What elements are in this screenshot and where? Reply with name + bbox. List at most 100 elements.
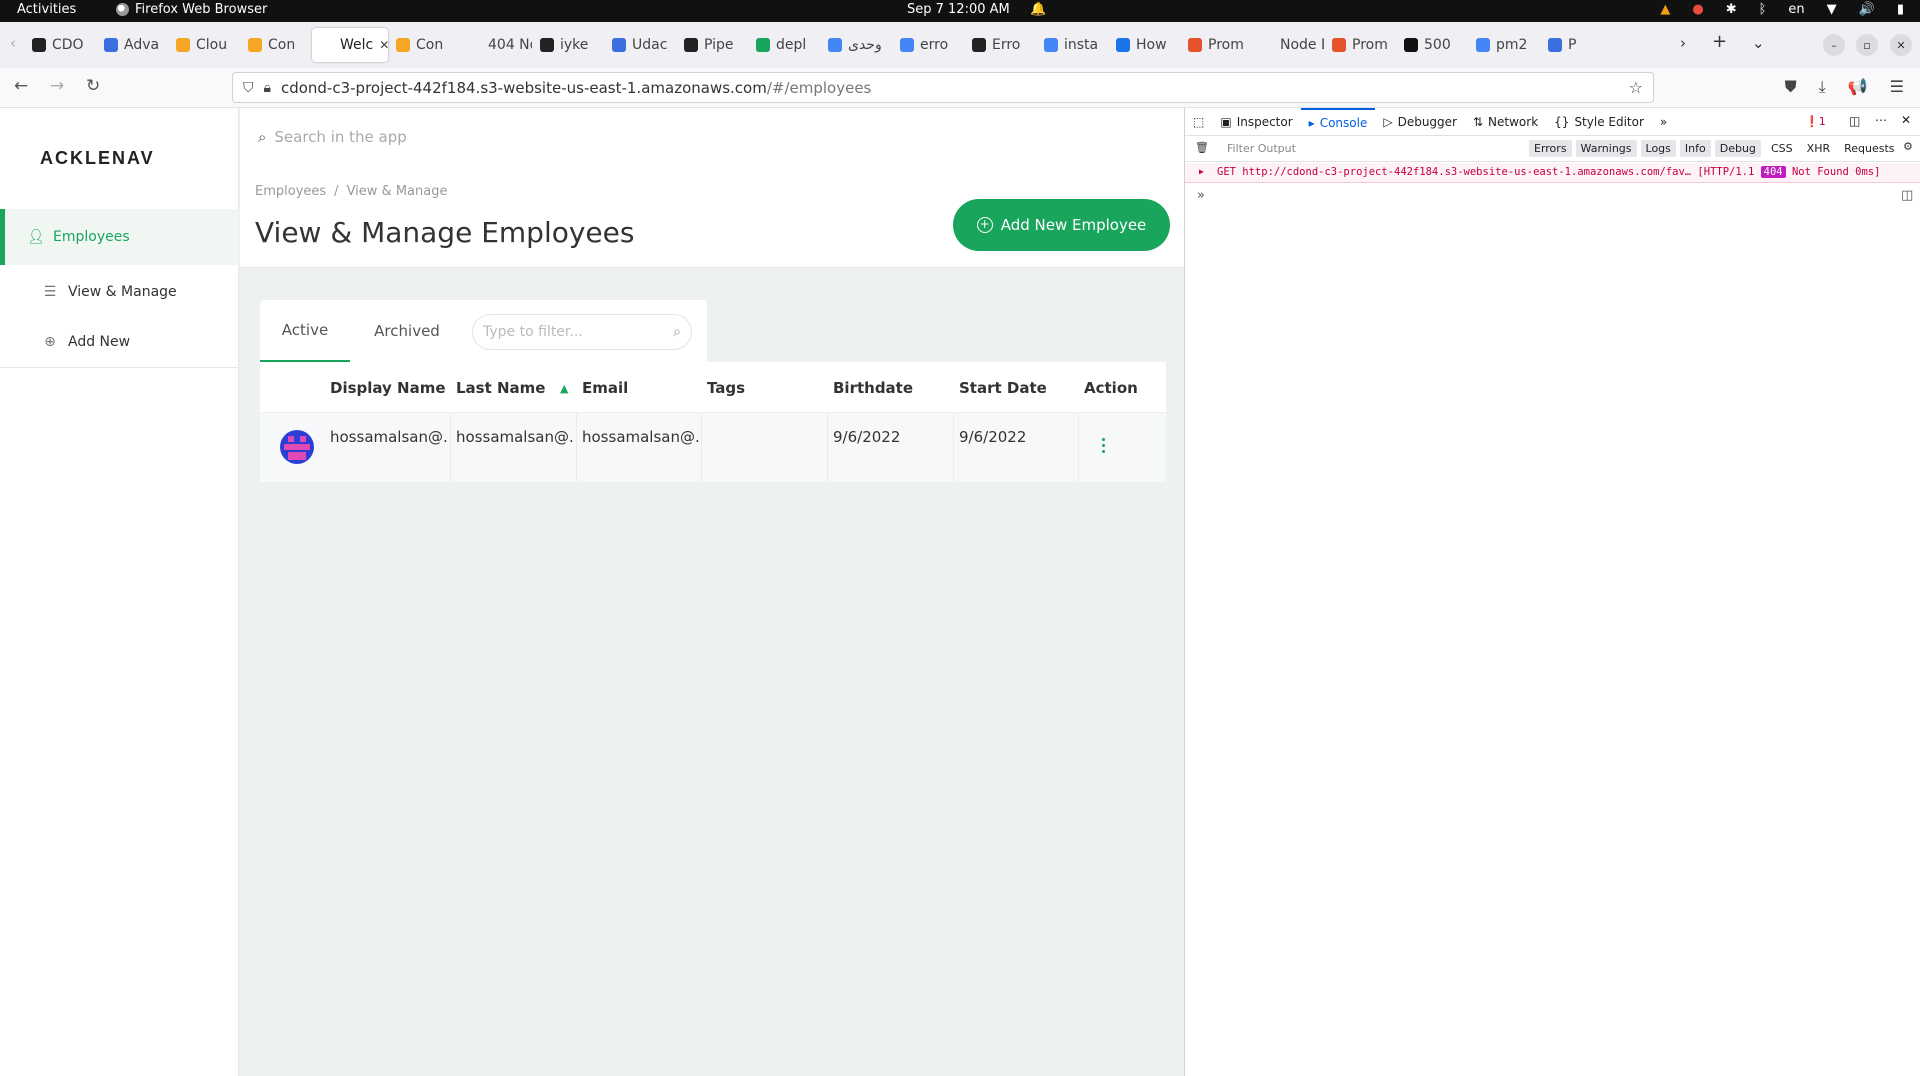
row-actions-icon[interactable] [1102, 438, 1106, 453]
app-search[interactable]: ⌕ Search in the app [258, 128, 407, 146]
browser-tab[interactable]: depl [748, 28, 820, 62]
back-icon[interactable]: ← [14, 76, 28, 96]
sort-ascending-icon[interactable]: ▲ [560, 382, 568, 395]
browser-tab[interactable]: pm2 [1468, 28, 1540, 62]
sidebar-item-view-manage[interactable]: ☰ View & Manage [0, 264, 239, 320]
element-picker-icon[interactable]: ⬚ [1185, 108, 1212, 136]
close-icon[interactable]: ✕ [1890, 34, 1912, 56]
browser-tab[interactable]: Adva [96, 28, 168, 62]
browser-tab[interactable]: How [1108, 28, 1180, 62]
column-birthdate[interactable]: Birthdate [833, 379, 913, 397]
chevron-down-icon[interactable]: ⌄ [1752, 34, 1765, 52]
browser-tab[interactable]: erro [892, 28, 964, 62]
language-indicator[interactable]: en [1788, 2, 1804, 17]
close-devtools-icon[interactable]: ✕ [1901, 113, 1911, 127]
browser-tab[interactable]: 500 [1396, 28, 1468, 62]
browser-tab[interactable]: وحدى [820, 28, 892, 62]
filter-logs[interactable]: Logs [1640, 140, 1676, 157]
filter-requests[interactable]: Requests [1844, 142, 1894, 155]
favicon-icon [1476, 38, 1490, 52]
filter-debug[interactable]: Debug [1714, 140, 1761, 157]
column-email[interactable]: Email [582, 379, 628, 397]
tab-inspector[interactable]: ▣ Inspector [1212, 108, 1300, 136]
system-tray[interactable]: ▲ ● ✱ ᛒ en ▼ 🔊 ▮ [1660, 2, 1904, 17]
browser-tab[interactable]: 404 Not [460, 28, 532, 62]
tab-style-editor[interactable]: {} Style Editor [1546, 108, 1652, 136]
expand-icon[interactable]: ▶ [1199, 167, 1204, 176]
menu-icon[interactable]: ☰ [1890, 77, 1904, 97]
more-tabs-icon[interactable]: » [1652, 108, 1675, 136]
sidebar-item-add-new[interactable]: ⊕ Add New [0, 314, 239, 370]
browser-tab[interactable]: Prom [1324, 28, 1396, 62]
filter-field[interactable]: Type to filter... ⌕ [472, 314, 692, 350]
tab-archived[interactable]: Archived [362, 300, 452, 362]
filter-warnings[interactable]: Warnings [1575, 140, 1637, 157]
table-row[interactable]: hossamalsan@... hossamalsan@... hossamal… [260, 413, 1166, 482]
browser-tab[interactable]: Erro [964, 28, 1036, 62]
tab-debugger[interactable]: ▷ Debugger [1375, 108, 1465, 136]
console-error-row[interactable]: ▶ GET http://cdond-c3-project-442f184.s3… [1185, 163, 1920, 183]
browser-tab[interactable]: Pipe [676, 28, 748, 62]
column-divider [576, 413, 577, 482]
browser-tab[interactable]: Welc ✕ [312, 28, 388, 62]
chevron-right-icon[interactable]: › [1680, 34, 1686, 52]
breadcrumb-item[interactable]: Employees [255, 184, 326, 199]
trash-icon[interactable]: 🗑︎ [1195, 141, 1209, 154]
activities-button[interactable]: Activities [17, 2, 76, 17]
filter-xhr[interactable]: XHR [1807, 142, 1830, 155]
clock[interactable]: Sep 7 12:00 AM [907, 2, 1010, 17]
column-display-name[interactable]: Display Name [330, 379, 446, 397]
tab-network[interactable]: ⇅ Network [1465, 108, 1546, 136]
pocket-icon[interactable]: ⛊ [1785, 77, 1797, 97]
sidebar-item-employees[interactable]: 👤︎ Employees [0, 209, 239, 265]
browser-tab[interactable]: Con [240, 28, 312, 62]
browser-tab[interactable]: Node Ex [1252, 28, 1324, 62]
split-console-icon[interactable]: ◫ [1901, 188, 1913, 203]
filter-input[interactable]: Type to filter... [483, 324, 583, 340]
app-menu[interactable]: Firefox Web Browser [116, 2, 267, 17]
url-bar[interactable]: ⛉ 🔒︎ cdond-c3-project-442f184.s3-website… [232, 72, 1654, 103]
browser-tab[interactable]: insta [1036, 28, 1108, 62]
browser-tab[interactable]: Prom [1180, 28, 1252, 62]
console-prompt-icon[interactable]: » [1197, 188, 1205, 203]
chevron-left-icon[interactable]: ‹ [10, 34, 16, 52]
bookmark-star-icon[interactable]: ☆ [1629, 78, 1643, 97]
tab-console[interactable]: ▸ Console [1300, 107, 1376, 136]
filter-info[interactable]: Info [1679, 140, 1711, 157]
search-input[interactable]: Search in the app [274, 128, 406, 146]
close-tab-icon[interactable]: ✕ [379, 38, 388, 52]
status-badge: 404 [1760, 166, 1786, 178]
favicon-icon [248, 38, 262, 52]
extension-icon[interactable]: 📢 [1848, 77, 1868, 97]
filter-css[interactable]: CSS [1771, 142, 1793, 155]
browser-tab[interactable]: CDO [24, 28, 96, 62]
filter-errors[interactable]: Errors [1529, 140, 1572, 157]
system-top-bar: Activities Firefox Web Browser Sep 7 12:… [0, 0, 1920, 22]
forward-icon[interactable]: → [50, 76, 64, 96]
add-new-employee-button[interactable]: + Add New Employee [953, 199, 1170, 251]
download-icon[interactable]: ⤓ [1819, 77, 1826, 97]
new-tab-icon[interactable]: + [1712, 31, 1727, 52]
tab-active[interactable]: Active [260, 300, 350, 362]
maximize-icon[interactable]: ▫ [1856, 34, 1878, 56]
breadcrumb-separator: / [334, 184, 339, 199]
firefox-icon [116, 3, 129, 16]
gear-icon[interactable]: ⚙ [1903, 140, 1913, 153]
error-count-value: 1 [1818, 115, 1826, 128]
more-options-icon[interactable]: ⋯ [1875, 113, 1887, 127]
dock-icon[interactable]: ◫ [1849, 114, 1860, 128]
error-count[interactable]: ❗1 [1805, 115, 1826, 128]
column-tags[interactable]: Tags [707, 379, 745, 397]
favicon-icon [828, 38, 842, 52]
browser-tab[interactable]: Clou [168, 28, 240, 62]
tab-label: Style Editor [1574, 114, 1644, 129]
column-start-date[interactable]: Start Date [959, 379, 1047, 397]
browser-tab[interactable]: Con [388, 28, 460, 62]
minimize-icon[interactable]: – [1823, 34, 1845, 56]
filter-output-input[interactable]: Filter Output [1227, 142, 1296, 155]
browser-tab[interactable]: P [1540, 28, 1612, 62]
reload-icon[interactable]: ↻ [86, 76, 100, 96]
browser-tab[interactable]: Udac [604, 28, 676, 62]
browser-tab[interactable]: iyke [532, 28, 604, 62]
column-last-name[interactable]: Last Name [456, 379, 545, 397]
